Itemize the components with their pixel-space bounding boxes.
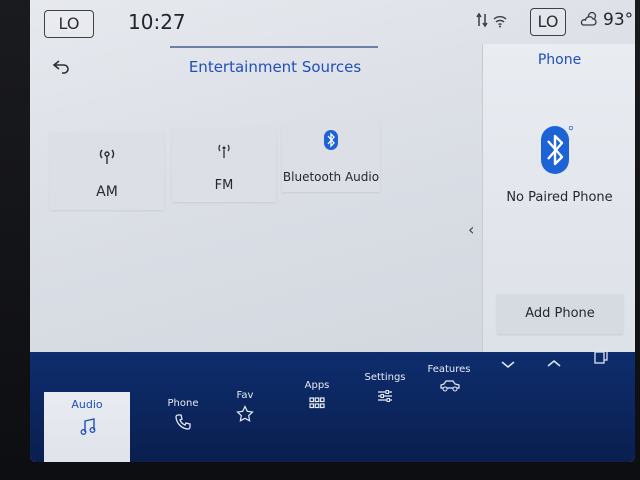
phone-panel: Phone No Paired Phone Add Phone [482,44,635,354]
climate-right-button[interactable]: LO [530,8,566,36]
chevron-up-icon[interactable] [546,356,562,372]
source-label-am: AM [96,184,118,200]
nav-item-features[interactable]: Features [414,364,484,397]
star-icon [236,405,254,423]
bluetooth-large-icon [539,125,574,174]
data-transfer-icon [476,12,488,32]
weather-icon [580,10,600,32]
title-divider [170,46,378,48]
nav-label-fav: Fav [236,390,254,401]
outside-temperature: 93° [603,10,634,30]
nav-label-apps: Apps [304,380,330,391]
truck-icon [440,379,460,397]
source-tile-am[interactable]: AM [50,132,164,210]
nav-label-settings: Settings [364,372,406,383]
apps-grid-icon [308,395,326,413]
wifi-icon [492,12,508,32]
infotainment-screen: LO 10:27 LO 93° Entertainment Sources AM [30,0,635,462]
phone-icon [174,413,192,431]
nav-item-apps[interactable]: Apps [282,380,352,413]
fm-antenna-icon [172,142,276,162]
music-note-icon [80,418,96,436]
chevron-left-icon[interactable]: ‹ [468,220,474,239]
back-arrow-icon[interactable] [50,58,72,78]
entertainment-sources-panel: Entertainment Sources AM FM Bluetooth Au… [30,44,482,396]
climate-left-button[interactable]: LO [44,10,94,38]
source-tile-fm[interactable]: FM [172,128,276,202]
bluetooth-icon [282,130,380,150]
phone-panel-title: Phone [537,52,582,68]
page-title: Entertainment Sources [188,58,362,76]
add-phone-button[interactable]: Add Phone [497,294,623,334]
status-bar: LO 10:27 LO 93° [30,0,635,44]
source-label-bluetooth-audio: Bluetooth Audio [282,170,380,184]
nav-label-audio: Audio [71,398,103,411]
am-antenna-icon [50,146,164,166]
nav-item-settings[interactable]: Settings [350,372,420,405]
source-label-fm: FM [214,178,234,193]
nav-label-phone: Phone [167,398,199,409]
nav-item-audio[interactable]: Audio [44,392,130,462]
nav-item-phone[interactable]: Phone [148,398,218,431]
copy-pages-icon[interactable] [594,348,608,368]
nav-item-fav[interactable]: Fav [210,390,280,423]
chevron-down-icon[interactable] [500,358,516,374]
sliders-icon [376,387,394,405]
source-tile-bluetooth-audio[interactable]: Bluetooth Audio [282,122,380,192]
paired-phone-status: No Paired Phone [506,190,613,205]
clock: 10:27 [128,10,186,34]
nav-label-features: Features [427,364,471,375]
